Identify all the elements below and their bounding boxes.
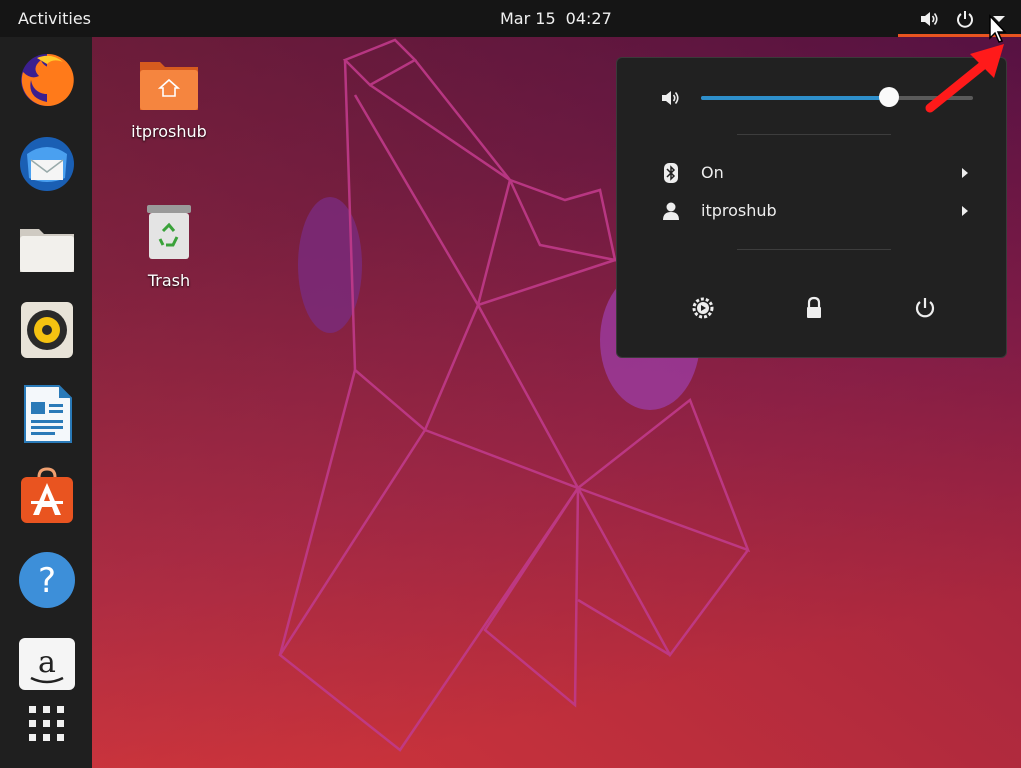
trash-label: Trash	[147, 271, 191, 290]
rhythmbox-icon[interactable]	[17, 300, 77, 360]
amazon-icon[interactable]: a	[17, 634, 77, 694]
separator	[737, 249, 891, 250]
volume-slider-fill	[701, 96, 889, 100]
bluetooth-icon	[664, 163, 678, 183]
chevron-right-icon	[962, 206, 968, 216]
bluetooth-row[interactable]: On	[617, 155, 1006, 191]
show-applications-icon[interactable]	[17, 694, 77, 754]
dock: ? a	[0, 37, 92, 768]
chevron-right-icon	[962, 168, 968, 178]
clock-time: 04:27	[565, 9, 612, 28]
thunderbird-icon[interactable]	[17, 134, 77, 194]
user-name-label: itproshub	[701, 201, 777, 220]
svg-text:a: a	[38, 645, 56, 680]
firefox-icon[interactable]	[17, 50, 77, 110]
power-off-icon[interactable]	[907, 290, 943, 326]
separator	[737, 134, 891, 135]
trash[interactable]: Trash	[124, 203, 214, 290]
home-folder-label: itproshub	[131, 122, 207, 141]
power-icon[interactable]	[954, 8, 976, 30]
files-icon[interactable]	[17, 217, 77, 277]
activities-button[interactable]: Activities	[18, 9, 91, 28]
top-bar: Activities Mar 15 04:27	[0, 0, 1021, 37]
user-row[interactable]: itproshub	[617, 193, 1006, 229]
settings-icon[interactable]	[685, 290, 721, 326]
volume-icon[interactable]	[918, 8, 940, 30]
trash-icon	[147, 205, 191, 259]
annotation-arrow-icon	[925, 44, 1004, 113]
bluetooth-status-label: On	[701, 163, 724, 182]
clock-date: Mar 15	[500, 9, 556, 28]
volume-icon	[662, 91, 679, 105]
clock[interactable]: Mar 15 04:27	[500, 9, 612, 28]
ubuntu-software-icon[interactable]	[17, 467, 77, 527]
mouse-cursor-icon	[989, 14, 1007, 43]
home-folder-icon	[140, 62, 198, 110]
help-icon[interactable]: ?	[17, 550, 77, 610]
svg-text:?: ?	[38, 561, 56, 601]
volume-slider-handle[interactable]	[878, 87, 899, 107]
libreoffice-writer-icon[interactable]	[17, 384, 77, 444]
home-folder[interactable]: itproshub	[124, 58, 214, 141]
lock-icon[interactable]	[796, 290, 832, 326]
user-icon	[663, 202, 679, 220]
